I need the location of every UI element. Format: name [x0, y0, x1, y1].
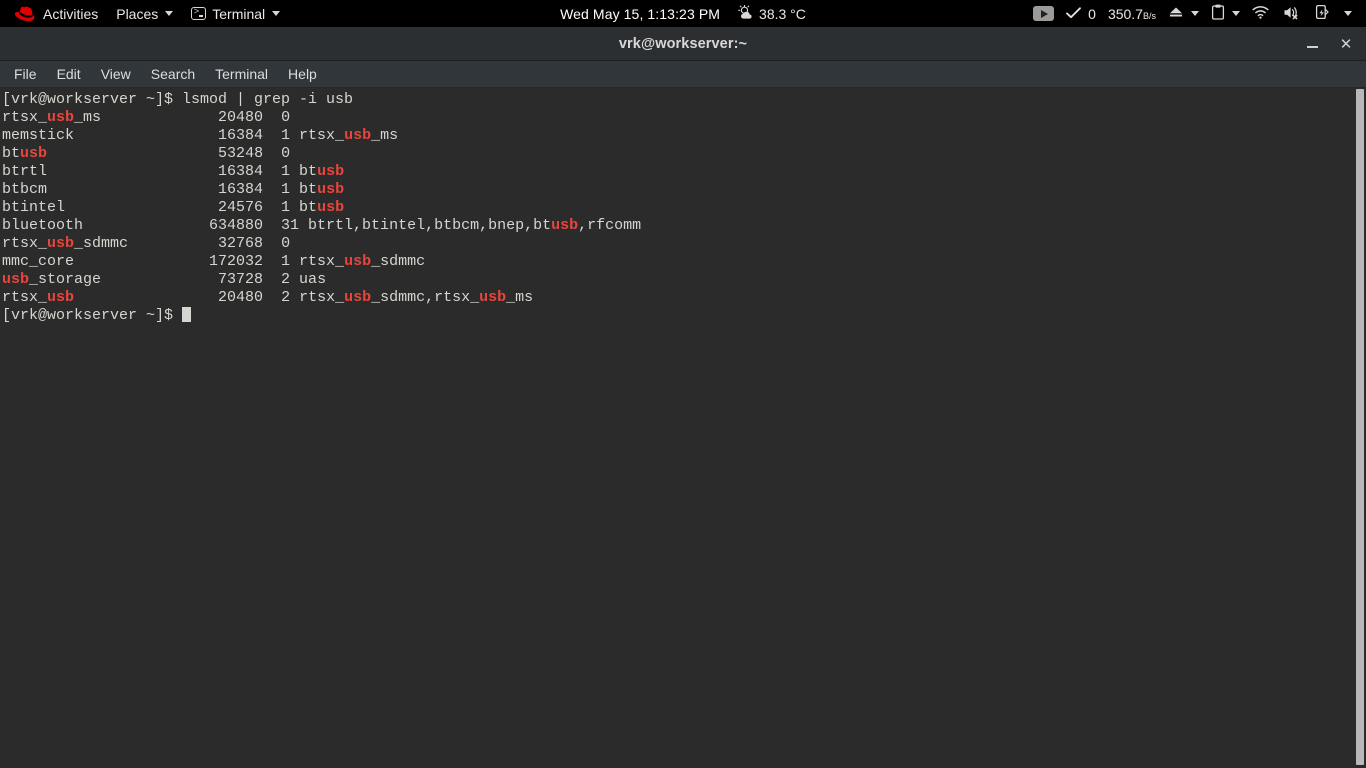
- terminal-window: vrk@workserver:~ ✕ File Edit View Search…: [0, 27, 1366, 768]
- terminal-scrollbar-thumb[interactable]: [1356, 89, 1364, 765]
- media-player-indicator[interactable]: [1027, 0, 1060, 27]
- media-play-icon: [1033, 6, 1055, 21]
- terminal-module-row: bluetooth 634880 31 btrtl,btintel,btbcm,…: [2, 217, 642, 234]
- terminal-module-row: btrtl 16384 1 btusb: [2, 163, 345, 180]
- terminal-scrollbar[interactable]: [1352, 88, 1366, 768]
- volume-muted-icon: [1283, 5, 1301, 23]
- terminal-cursor: [182, 307, 192, 322]
- terminal-app-label: Terminal: [212, 5, 266, 22]
- redhat-logo-icon: [15, 5, 37, 23]
- terminal-module-row: rtsx_usb 20480 2 rtsx_usb_sdmmc,rtsx_usb…: [2, 289, 534, 306]
- terminal-module-row: memstick 16384 1 rtsx_usb_ms: [2, 127, 399, 144]
- clock-button[interactable]: Wed May 15, 1:13:23 PM: [551, 0, 729, 27]
- checkmark-icon: [1066, 6, 1082, 22]
- battery-charging-icon: [1315, 4, 1329, 23]
- chevron-down-icon: [1344, 11, 1352, 16]
- window-title-bar[interactable]: vrk@workserver:~ ✕: [0, 27, 1366, 61]
- chevron-down-icon: [1232, 11, 1240, 16]
- menu-terminal[interactable]: Terminal: [205, 61, 278, 88]
- terminal-module-row: rtsx_usb_ms 20480 0: [2, 109, 291, 126]
- terminal-command-line: [vrk@workserver ~]$ lsmod | grep -i usb: [2, 91, 354, 108]
- chevron-down-icon: [165, 11, 174, 16]
- terminal-module-row: rtsx_usb_sdmmc 32768 0: [2, 235, 291, 252]
- terminal-module-row: btintel 24576 1 btusb: [2, 199, 345, 216]
- window-controls: ✕: [1298, 27, 1360, 61]
- terminal-screen[interactable]: [vrk@workserver ~]$ lsmod | grep -i usb r…: [0, 88, 1366, 768]
- places-menu[interactable]: Places: [107, 0, 182, 27]
- menu-help[interactable]: Help: [278, 61, 327, 88]
- places-label: Places: [116, 5, 159, 22]
- terminal-module-row: btusb 53248 0: [2, 145, 291, 162]
- wifi-icon: [1252, 5, 1269, 22]
- gnome-top-panel: Activities Places Terminal Wed May 15, 1…: [0, 0, 1366, 27]
- terminal-module-row: mmc_core 172032 1 rtsx_usb_sdmmc: [2, 253, 426, 270]
- updates-indicator[interactable]: 0: [1060, 0, 1102, 27]
- weather-sun-cloud-icon: [738, 4, 754, 23]
- weather-indicator[interactable]: 38.3 °C: [729, 0, 815, 27]
- eject-icon: [1168, 5, 1184, 22]
- network-speed-unit: B/s: [1142, 10, 1156, 21]
- chevron-down-icon: [272, 11, 281, 16]
- panel-left-group: Activities Places Terminal: [0, 0, 289, 27]
- menu-view[interactable]: View: [91, 61, 141, 88]
- temperature-label: 38.3 °C: [759, 5, 806, 22]
- chevron-down-icon: [1191, 11, 1199, 16]
- terminal-output: [vrk@workserver ~]$ lsmod | grep -i usb r…: [0, 91, 641, 325]
- system-status-menu[interactable]: [1246, 0, 1358, 27]
- terminal-module-row: btbcm 16384 1 btusb: [2, 181, 345, 198]
- network-speed-value: 350.7: [1107, 5, 1143, 22]
- menu-search[interactable]: Search: [141, 61, 205, 88]
- network-speed-indicator[interactable]: 350.7B/s: [1102, 0, 1162, 27]
- terminal-prompt-line: [vrk@workserver ~]$: [2, 307, 641, 325]
- updates-count: 0: [1088, 5, 1096, 22]
- menu-file[interactable]: File: [4, 61, 47, 88]
- terminal-window-menu[interactable]: Terminal: [182, 0, 289, 27]
- menu-edit[interactable]: Edit: [47, 61, 91, 88]
- removable-media-menu[interactable]: [1162, 0, 1205, 27]
- terminal-app-icon: [191, 6, 207, 20]
- clipboard-icon: [1211, 4, 1225, 23]
- terminal-module-row: usb_storage 73728 2 uas: [2, 271, 327, 288]
- panel-right-group: 0 350.7B/s: [1027, 0, 1366, 27]
- clock-label: Wed May 15, 1:13:23 PM: [560, 5, 721, 22]
- close-button[interactable]: ✕: [1332, 30, 1360, 58]
- window-title: vrk@workserver:~: [618, 35, 748, 52]
- activities-button[interactable]: Activities: [6, 0, 107, 27]
- clipboard-menu[interactable]: [1205, 0, 1246, 27]
- activities-label: Activities: [43, 5, 99, 22]
- minimize-button[interactable]: [1298, 30, 1326, 58]
- menu-bar: File Edit View Search Terminal Help: [0, 61, 1366, 88]
